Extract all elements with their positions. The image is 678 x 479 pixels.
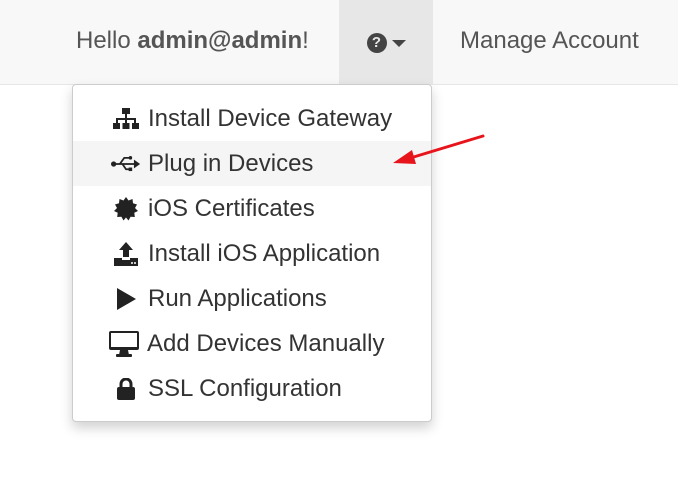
menu-item-label: SSL Configuration [148, 374, 342, 402]
menu-item-label: Run Applications [148, 284, 327, 312]
menu-item-label: iOS Certificates [148, 194, 315, 222]
upload-icon [111, 239, 141, 269]
menu-item-install-device-gateway[interactable]: Install Device Gateway [73, 96, 431, 141]
help-dropdown-toggle[interactable]: ? [339, 0, 433, 85]
menu-item-run-applications[interactable]: Run Applications [73, 276, 431, 321]
menu-item-ssl-configuration[interactable]: SSL Configuration [73, 366, 431, 411]
question-circle-icon: ? [366, 32, 387, 53]
menu-item-label: Install Device Gateway [148, 104, 393, 132]
certificate-icon [111, 194, 141, 224]
menu-item-add-devices-manually[interactable]: Add Devices Manually [73, 321, 431, 366]
usb-icon [111, 149, 141, 179]
help-dropdown-menu: Install Device Gateway Plug in Devices i… [72, 84, 432, 422]
caret-down-icon [391, 40, 406, 47]
sitemap-icon [111, 104, 141, 134]
top-navbar: Hello admin@admin! ? Manage Account [0, 0, 678, 85]
manage-account-link[interactable]: Manage Account [460, 27, 639, 55]
menu-item-install-ios-application[interactable]: Install iOS Application [73, 231, 431, 276]
menu-item-label: Plug in Devices [148, 149, 314, 177]
play-icon [111, 284, 141, 314]
menu-item-label: Install iOS Application [148, 239, 381, 267]
menu-item-label: Add Devices Manually [147, 329, 385, 357]
red-arrow-annotation [393, 134, 485, 164]
menu-item-ios-certificates[interactable]: iOS Certificates [73, 186, 431, 231]
lock-icon [111, 374, 141, 404]
user-greeting: Hello admin@admin! [76, 27, 309, 55]
greeting-suffix: ! [302, 27, 309, 54]
greeting-prefix: Hello [76, 27, 138, 54]
menu-item-plug-in-devices[interactable]: Plug in Devices [73, 141, 431, 186]
desktop-icon [109, 329, 139, 359]
username: admin@admin [137, 27, 303, 54]
